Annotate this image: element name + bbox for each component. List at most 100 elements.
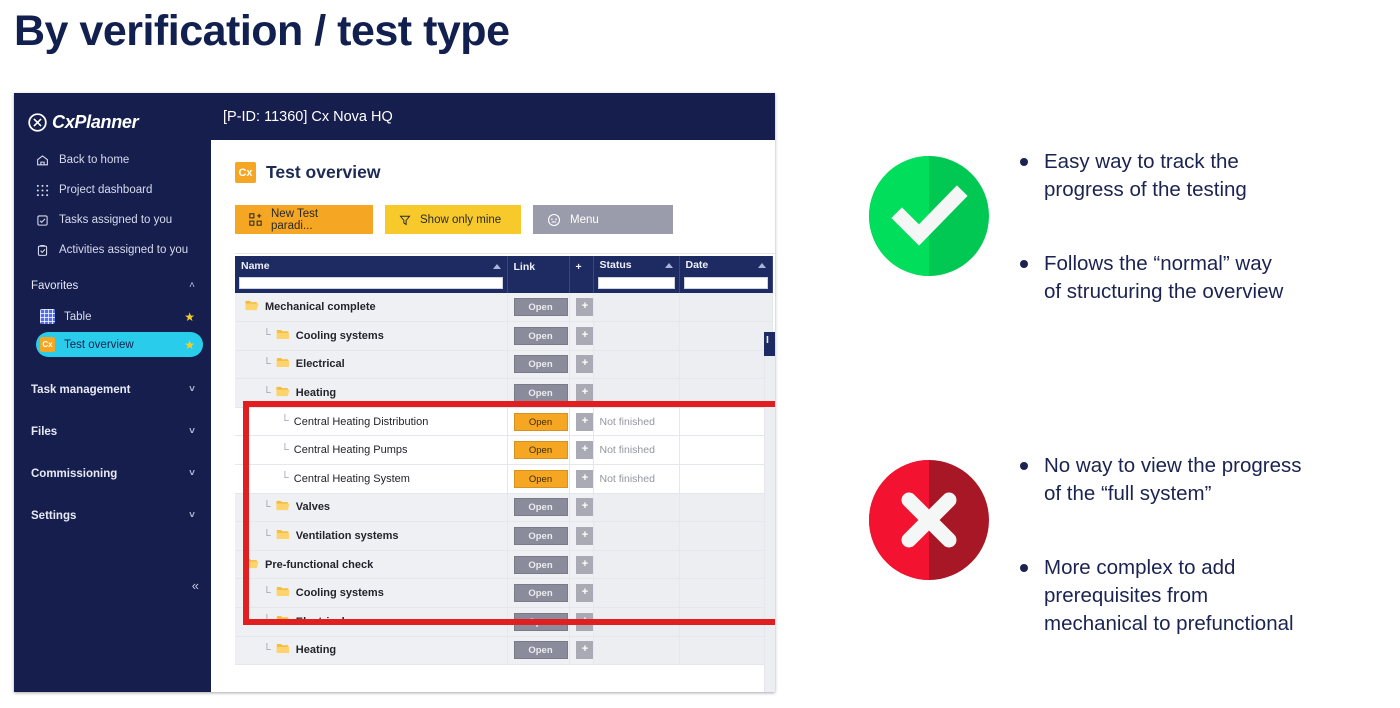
open-button[interactable]: Open [513,641,568,660]
cell-add: + [569,435,595,466]
cell-date [679,550,773,580]
column-label: + [575,261,582,273]
filter-input-date[interactable] [683,277,768,289]
grid-plus-icon [249,213,262,226]
menu-button[interactable]: Menu [533,205,673,234]
open-button[interactable]: Open [513,527,568,546]
sidebar-item-project-dashboard[interactable]: Project dashboard [14,175,211,205]
table-row[interactable]: Mechanical complete Open + [235,293,773,323]
folder-icon [245,300,259,314]
sort-ascending-icon[interactable] [664,262,673,268]
test-table-wrapper: Name Link + Status Date Mechanical compl… [235,253,775,666]
table-row[interactable]: Pre-functional check Open + [235,550,773,580]
column-header-status[interactable]: Status [593,256,680,275]
open-button[interactable]: Open [513,326,568,345]
column-label: Status [599,259,632,271]
open-button[interactable]: Open [513,498,568,517]
filter-cell-name[interactable] [235,275,508,293]
status-badge: Not finished [599,415,655,428]
add-button[interactable]: + [575,326,595,345]
cell-name: └ Cooling systems [235,321,508,351]
tree-connector-icon: └ [263,357,271,370]
sort-ascending-icon[interactable] [492,263,501,269]
filter-cell-date[interactable] [679,275,773,293]
row-label: Mechanical complete [265,301,376,314]
chevron-up-icon: ˄ [189,280,195,291]
open-button[interactable]: Open [513,469,568,488]
sidebar-item-label: Project dashboard [59,184,153,196]
filter-cell-status[interactable] [593,275,680,293]
add-button[interactable]: + [575,498,595,517]
sidebar-section-files[interactable]: Files ˅ [14,417,211,447]
column-header-add[interactable]: + [569,256,594,275]
sidebar-item-test-overview[interactable]: Cx Test overview ★ [36,332,203,357]
table-row[interactable]: └ Cooling systems Open + [235,578,773,609]
sidebar-collapse-button[interactable]: « [192,578,199,593]
table-row[interactable]: └ Valves Open + [235,493,773,523]
open-button[interactable]: Open [513,612,568,631]
cell-status [593,350,680,380]
filter-input-name[interactable] [239,277,503,289]
app-screenshot: CxPlanner Back to home Project dashboard… [14,93,775,692]
column-header-name[interactable]: Name [235,256,508,275]
new-test-paradigm-button[interactable]: New Test paradi... [235,205,373,234]
cell-add: + [569,378,595,408]
add-button[interactable]: + [575,412,595,431]
sidebar-item-table[interactable]: Table ★ [36,304,203,329]
folder-icon [276,386,290,400]
sidebar-section-favorites[interactable]: Favorites ˄ [14,271,211,301]
open-button[interactable]: Open [513,412,568,431]
add-button[interactable]: + [575,298,595,317]
add-button[interactable]: + [575,469,595,488]
table-row[interactable]: └ Cooling systems Open + [235,321,773,351]
sort-ascending-icon[interactable] [757,262,766,268]
add-button[interactable]: + [575,384,595,403]
sidebar-item-back-to-home[interactable]: Back to home [14,145,211,175]
cell-link: Open [507,435,570,466]
sidebar-section-commissioning[interactable]: Commissioning ˅ [14,459,211,489]
cell-date [679,435,773,466]
add-button[interactable]: + [575,355,595,374]
tree-connector-icon: └ [263,329,271,342]
open-button[interactable]: Open [513,384,568,403]
open-button[interactable]: Open [513,298,568,317]
table-row[interactable]: └ Central Heating Pumps Open + Not finished [235,435,773,466]
table-row[interactable]: └ Central Heating System Open + Not finished [235,464,773,494]
sidebar-item-tasks-assigned[interactable]: Tasks assigned to you [14,205,211,235]
open-button[interactable]: Open [513,584,568,603]
cell-add: + [569,350,595,380]
cell-link: Open [507,578,570,609]
sidebar-section-settings[interactable]: Settings ˅ [14,501,211,531]
sidebar-section-task-management[interactable]: Task management ˅ [14,375,211,405]
add-button[interactable]: + [575,584,595,603]
status-badge: Not finished [599,472,655,485]
star-icon[interactable]: ★ [184,339,195,351]
cell-name: └ Heating [235,636,508,666]
cell-link: Open [507,636,570,666]
table-row[interactable]: └ Electrical Open + [235,350,773,380]
table-row[interactable]: └ Electrical Open + [235,607,773,637]
table-row[interactable]: └ Heating Open + [235,378,773,408]
filter-cell-link [507,275,570,293]
table-row[interactable]: └ Central Heating Distribution Open + Not fi… [235,407,773,437]
filter-input-status[interactable] [597,277,675,289]
add-button[interactable]: + [575,641,595,660]
add-button[interactable]: + [575,612,595,631]
star-icon[interactable]: ★ [184,311,195,323]
column-header-date[interactable]: Date [679,256,773,275]
cell-link: Open [507,550,570,580]
add-button[interactable]: + [575,555,595,574]
cell-add: + [569,550,595,580]
open-button[interactable]: Open [513,355,568,374]
add-button[interactable]: + [575,441,595,460]
table-row[interactable]: └ Ventilation systems Open + [235,521,773,551]
column-header-link[interactable]: Link [507,256,570,275]
cell-add: + [569,407,595,437]
show-only-mine-button[interactable]: Show only mine [385,205,521,234]
sidebar-item-activities-assigned[interactable]: Activities assigned to you [14,235,211,265]
open-button[interactable]: Open [513,441,568,460]
table-filter-row [235,275,773,293]
add-button[interactable]: + [575,527,595,546]
open-button[interactable]: Open [513,555,568,574]
table-row[interactable]: └ Heating Open + [235,636,773,666]
